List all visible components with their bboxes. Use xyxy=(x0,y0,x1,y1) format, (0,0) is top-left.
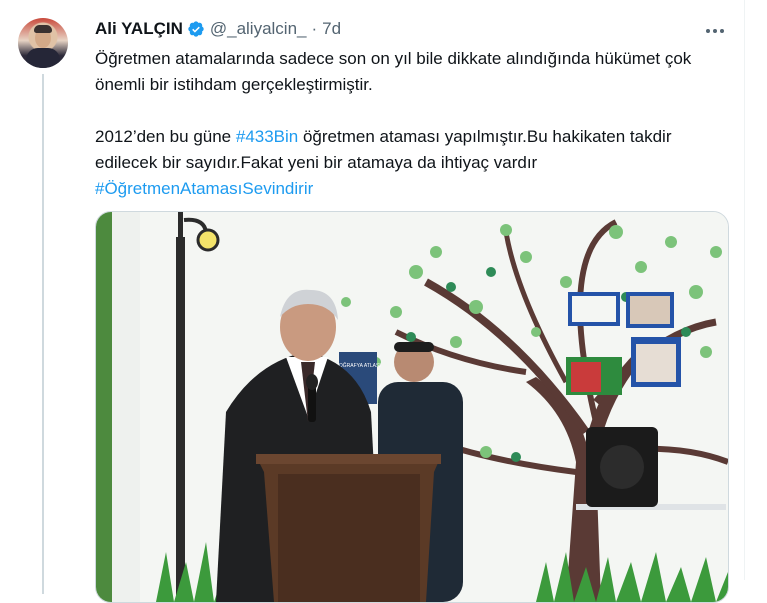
tweet-paragraph-2: 2012’den bu güne #433Bin öğretmen atamas… xyxy=(95,124,735,202)
tweet-text: Öğretmen atamalarında sadece son on yıl … xyxy=(95,46,735,202)
author-handle[interactable]: @_aliyalcin_ xyxy=(210,19,307,39)
photo-scene: COĞRAFYA ATLASI xyxy=(96,212,728,602)
tweet-paragraph-1: Öğretmen atamalarında sadece son on yıl … xyxy=(95,49,692,94)
timeline-divider xyxy=(744,0,745,580)
tweet-header: Ali YALÇIN @_aliyalcin_ · 7d xyxy=(95,18,341,40)
paragraph-2-start: 2012’den bu güne xyxy=(95,127,236,146)
verified-badge-icon xyxy=(188,21,204,37)
header-separator: · xyxy=(311,19,318,38)
tweet-card[interactable]: Ali YALÇIN @_aliyalcin_ · 7d Öğretmen at… xyxy=(0,0,767,603)
more-options-icon[interactable] xyxy=(701,17,729,45)
tweet-photo[interactable]: COĞRAFYA ATLASI xyxy=(95,211,729,603)
avatar[interactable] xyxy=(18,18,68,68)
avatar-hair xyxy=(34,25,52,33)
thread-line xyxy=(42,74,44,594)
tweet-timestamp[interactable]: 7d xyxy=(322,19,341,39)
hashtag-ogretmen-atamasi[interactable]: #ÖğretmenAtamasıSevindirir xyxy=(95,179,313,198)
hashtag-433bin[interactable]: #433Bin xyxy=(236,127,298,146)
avatar-suit xyxy=(26,48,60,68)
author-name[interactable]: Ali YALÇIN xyxy=(95,19,183,39)
